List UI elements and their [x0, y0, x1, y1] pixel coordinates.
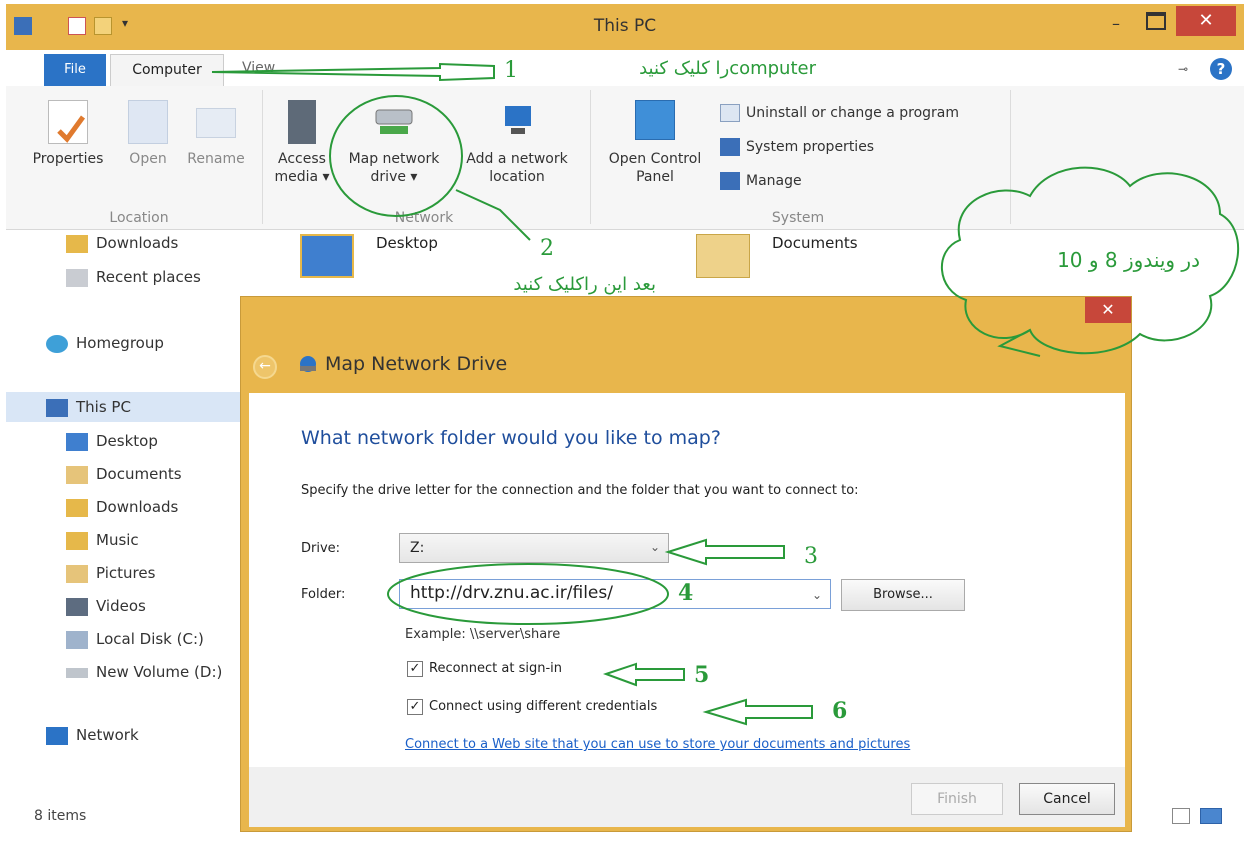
annotation-step-1-text: computerرا کلیک کنید [639, 58, 816, 79]
arrow-step-6 [702, 698, 813, 726]
annotation-step-5: 5 [694, 662, 710, 688]
annotation-cloud-text: در ویندوز 8 و 10 [1057, 248, 1200, 272]
annotation-step-3: 3 [804, 544, 818, 569]
annotation-step-2: 2 [540, 236, 554, 261]
annotation-step-2-text: بعد این راکلیک کنید [513, 274, 656, 295]
annotation-step-6: 6 [832, 698, 848, 724]
circle-map-drive [329, 95, 463, 217]
cloud-tail [997, 329, 1041, 357]
annotation-overlay [211, 62, 1240, 726]
arrow-step-5 [602, 662, 685, 687]
arrow-step-3 [664, 538, 785, 566]
arrow-step-1 [211, 62, 495, 82]
circle-folder-url [387, 563, 669, 625]
annotation-step-4: 4 [678, 580, 694, 606]
annotation-step-1: 1 [504, 58, 518, 83]
arrow-step-2 [455, 189, 531, 241]
